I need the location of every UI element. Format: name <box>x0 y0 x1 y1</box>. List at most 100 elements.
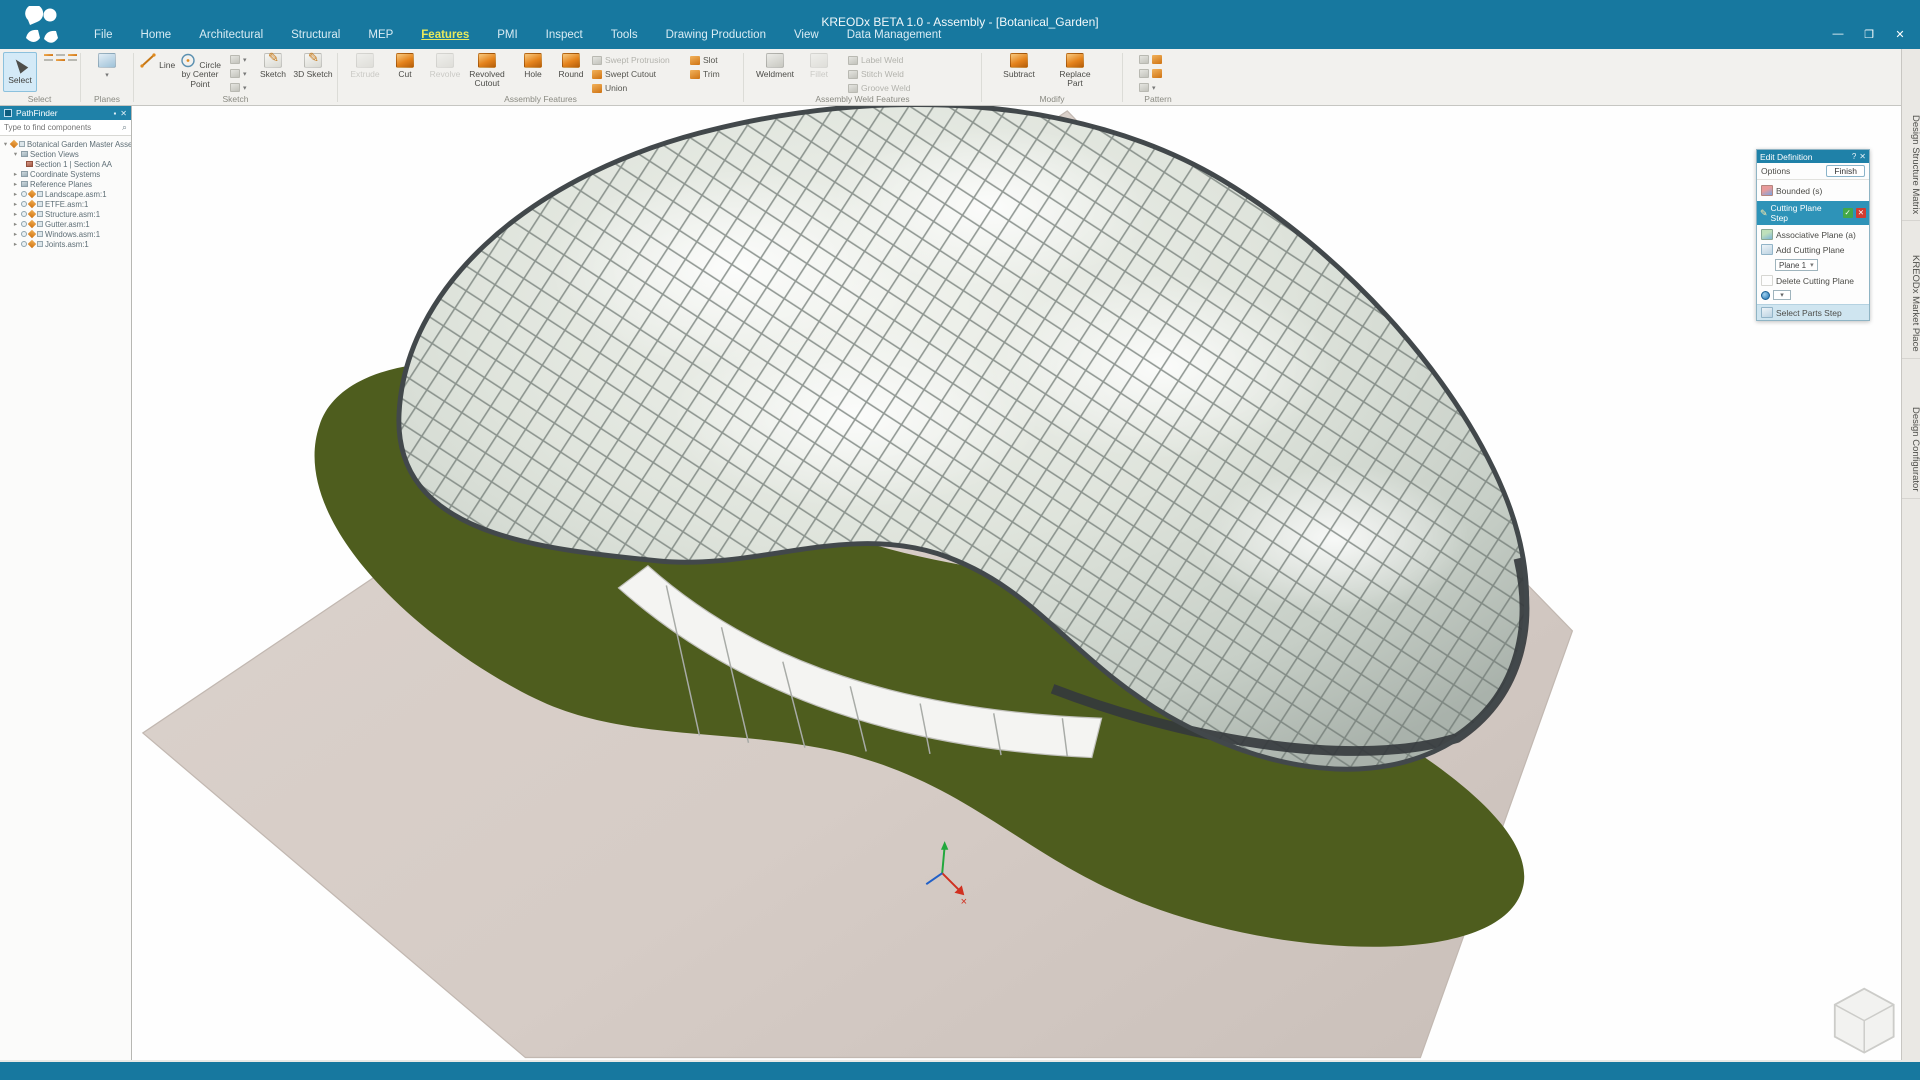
add-cutting-plane-row[interactable]: Add Cutting Plane <box>1757 242 1869 257</box>
caret-icon[interactable]: ▾ <box>12 150 19 158</box>
tree-row-windows[interactable]: ▸ Windows.asm:1 <box>0 229 131 239</box>
associative-plane-row[interactable]: Associative Plane (a) <box>1757 225 1869 242</box>
sketch-button[interactable]: Sketch <box>252 53 294 79</box>
bounded-row[interactable]: Bounded (s) <box>1757 180 1869 201</box>
selection-sphere-icon[interactable] <box>1761 291 1770 300</box>
extrude-button[interactable]: Extrude <box>344 53 386 79</box>
maximize-button[interactable]: ❐ <box>1863 28 1875 41</box>
menu-file[interactable]: File <box>80 26 127 46</box>
close-icon[interactable]: ✕ <box>120 109 127 118</box>
swept-cutout-button[interactable]: Swept Cutout <box>592 69 656 79</box>
caret-icon[interactable]: ▸ <box>12 180 19 188</box>
caret-icon[interactable]: ▸ <box>12 220 19 228</box>
caret-icon[interactable]: ▸ <box>12 210 19 218</box>
round-button[interactable]: Round <box>550 53 592 79</box>
replace-part-button[interactable]: Replace Part <box>1052 53 1098 89</box>
union-button[interactable]: Union <box>592 83 627 93</box>
tab-design-configurator[interactable]: Design Configurator <box>1902 401 1920 499</box>
caret-icon[interactable]: ▸ <box>12 240 19 248</box>
stitch-weld-button[interactable]: Stitch Weld <box>848 69 904 79</box>
tool-icon[interactable] <box>56 54 65 56</box>
visibility-icon[interactable] <box>21 211 27 217</box>
label-weld-button[interactable]: Label Weld <box>848 55 903 65</box>
trim-button[interactable]: Trim <box>690 69 720 79</box>
pattern-tool[interactable] <box>1139 55 1162 64</box>
tree-row-joints[interactable]: ▸ Joints.asm:1 <box>0 239 131 249</box>
tool-icon[interactable] <box>44 54 53 56</box>
caret-icon[interactable]: ▾ <box>2 140 9 148</box>
3d-viewport[interactable]: × <box>133 106 1901 1060</box>
cutting-plane-step-row[interactable]: ✎ Cutting Plane Step ✓ ✕ <box>1757 201 1869 225</box>
tree-row-landscape[interactable]: ▸ Landscape.asm:1 <box>0 189 131 199</box>
visibility-icon[interactable] <box>21 201 27 207</box>
planes-button[interactable]: ▾ <box>86 53 128 80</box>
tool-icon[interactable] <box>68 59 77 61</box>
tree-row-section-1[interactable]: Section 1 | Section AA <box>0 159 131 169</box>
sketch-rectangle-tool[interactable]: ▾ <box>230 55 247 64</box>
cut-button[interactable]: Cut <box>384 53 426 79</box>
caret-icon[interactable]: ▸ <box>12 200 19 208</box>
tab-kreodx-market-place[interactable]: KREODx Market Place <box>1902 249 1920 359</box>
slot-button[interactable]: Slot <box>690 55 718 65</box>
mirror-tool[interactable] <box>1139 69 1162 78</box>
tree-row-reference-planes[interactable]: ▸ Reference Planes <box>0 179 131 189</box>
weldment-button[interactable]: Weldment <box>754 53 796 79</box>
pin-icon[interactable]: ▪ <box>113 109 116 118</box>
menu-home[interactable]: Home <box>127 26 186 46</box>
visibility-icon[interactable] <box>21 221 27 227</box>
search-icon[interactable]: ⌕ <box>118 122 131 133</box>
revolved-cutout-button[interactable]: Revolved Cutout <box>464 53 510 89</box>
menu-structural[interactable]: Structural <box>277 26 354 46</box>
help-icon[interactable]: ? <box>1852 152 1856 161</box>
menu-features[interactable]: Features <box>407 26 483 46</box>
tool-icon[interactable] <box>56 59 65 61</box>
select-parts-step-row[interactable]: Select Parts Step <box>1757 304 1869 320</box>
menu-inspect[interactable]: Inspect <box>532 26 597 46</box>
menu-drawing-production[interactable]: Drawing Production <box>652 26 780 46</box>
tab-design-structure-matrix[interactable]: Design Structure Matrix <box>1902 109 1920 221</box>
accept-icon[interactable]: ✓ <box>1843 208 1853 218</box>
3d-sketch-button[interactable]: 3D Sketch <box>292 53 334 79</box>
visibility-icon[interactable] <box>21 191 27 197</box>
tree-row-root[interactable]: ▾ Botanical Garden Master Assembly.asm <box>0 139 131 149</box>
fillet-button[interactable]: Fillet <box>798 53 840 79</box>
tree-row-coordinate-systems[interactable]: ▸ Coordinate Systems <box>0 169 131 179</box>
tree-row-section-views[interactable]: ▾ Section Views <box>0 149 131 159</box>
menu-tools[interactable]: Tools <box>597 26 652 46</box>
search-input[interactable] <box>0 123 118 132</box>
tree-row-gutter[interactable]: ▸ Gutter.asm:1 <box>0 219 131 229</box>
close-button[interactable]: ✕ <box>1894 28 1906 41</box>
subtract-button[interactable]: Subtract <box>998 53 1040 79</box>
options-label[interactable]: Options <box>1761 166 1790 176</box>
minimize-button[interactable]: — <box>1832 28 1844 41</box>
visibility-icon[interactable] <box>21 231 27 237</box>
hole-button[interactable]: Hole <box>512 53 554 79</box>
tree-row-structure[interactable]: ▸ Structure.asm:1 <box>0 209 131 219</box>
circle-by-center-point-button[interactable]: Circle by Center Point <box>174 53 226 89</box>
revolve-button[interactable]: Revolve <box>424 53 466 79</box>
line-button[interactable]: Line <box>136 53 178 70</box>
duplicate-tool[interactable]: ▾ <box>1139 83 1156 92</box>
swept-protrusion-button[interactable]: Swept Protrusion <box>592 55 670 65</box>
caret-icon[interactable]: ▸ <box>12 230 19 238</box>
close-icon[interactable]: ✕ <box>1859 152 1866 161</box>
tool-icon[interactable] <box>44 59 53 61</box>
groove-weld-button[interactable]: Groove Weld <box>848 83 910 93</box>
sketch-fillet-tool[interactable]: ▾ <box>230 83 247 92</box>
sketch-arc-tool[interactable]: ▾ <box>230 69 247 78</box>
menu-architectural[interactable]: Architectural <box>185 26 277 46</box>
menu-view[interactable]: View <box>780 26 833 46</box>
delete-cutting-plane-row[interactable]: Delete Cutting Plane <box>1757 273 1869 288</box>
tool-icon[interactable] <box>68 54 77 56</box>
visibility-icon[interactable] <box>21 241 27 247</box>
menu-pmi[interactable]: PMI <box>483 26 531 46</box>
caret-icon[interactable]: ▸ <box>12 190 19 198</box>
finish-button[interactable]: Finish <box>1826 165 1865 177</box>
plane-select[interactable]: Plane 1 ▾ <box>1775 259 1818 271</box>
selection-mode-dropdown[interactable]: ▾ <box>1773 290 1791 300</box>
select-tool-button[interactable]: Select <box>3 52 37 92</box>
menu-mep[interactable]: MEP <box>354 26 407 46</box>
menu-data-management[interactable]: Data Management <box>833 26 956 46</box>
caret-icon[interactable]: ▸ <box>12 170 19 178</box>
tree-row-etfe[interactable]: ▸ ETFE.asm:1 <box>0 199 131 209</box>
